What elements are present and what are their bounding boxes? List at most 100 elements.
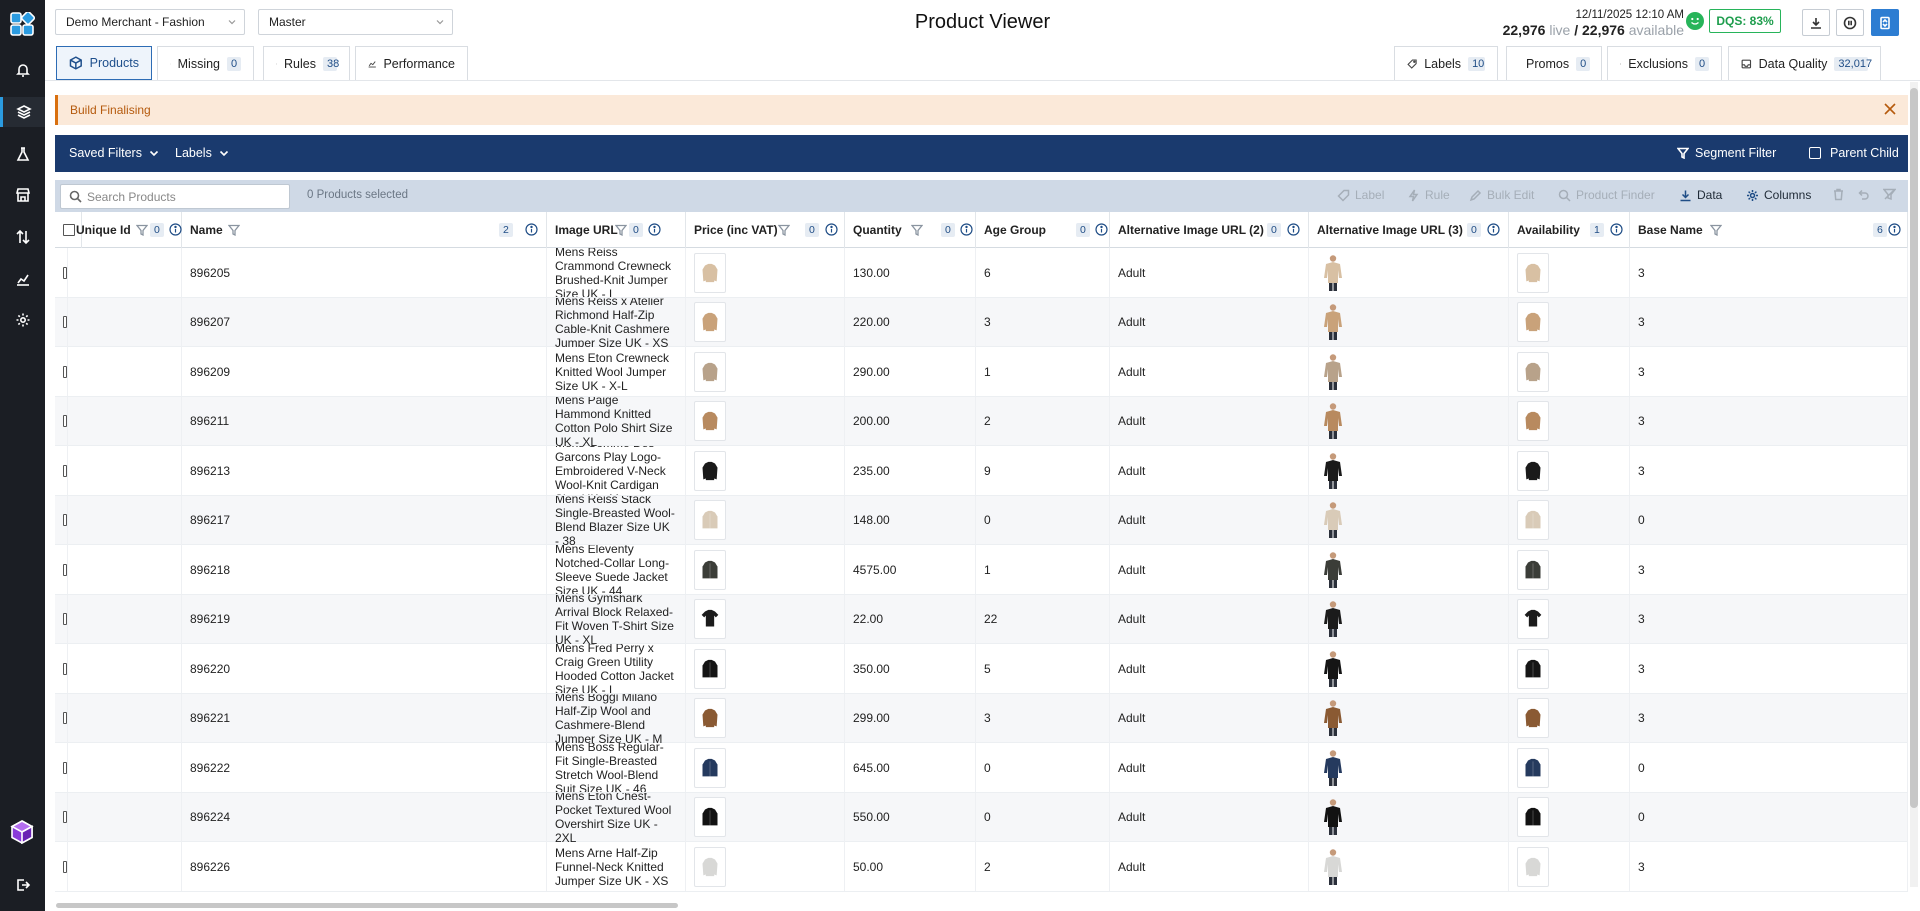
alt-image-3-thumbnail[interactable] (1517, 797, 1549, 837)
tab-labels[interactable]: Labels 10 (1394, 46, 1498, 80)
column-header[interactable]: Availability 1 (1509, 212, 1630, 248)
age-group-cell[interactable]: Adult (1110, 743, 1309, 792)
name-cell[interactable]: Mens Eleventy Notched-Collar Long-Sleeve… (547, 545, 686, 594)
age-group-cell[interactable]: Adult (1110, 545, 1309, 594)
product-thumbnail[interactable] (694, 599, 726, 639)
alt-image-3-thumbnail[interactable] (1517, 252, 1549, 293)
image-url-cell[interactable] (686, 446, 845, 495)
info-icon[interactable] (169, 223, 182, 236)
table-row[interactable]: 896218 Mens Eleventy Notched-Collar Long-… (55, 545, 1908, 595)
price-cell[interactable]: 645.00 (845, 743, 976, 792)
alt-image-2-thumbnail[interactable] (1317, 302, 1349, 342)
products-nav[interactable] (0, 97, 45, 127)
filter-icon[interactable] (1710, 224, 1722, 236)
tab-products[interactable]: Products (56, 46, 152, 80)
quantity-cell[interactable]: 1 (976, 347, 1110, 396)
availability-cell[interactable]: 0 (1630, 495, 1908, 545)
availability-cell[interactable]: 3 (1630, 446, 1908, 495)
image-url-cell[interactable] (686, 297, 845, 347)
table-row[interactable]: 896221 Mens Boggi Milano Half-Zip Wool an… (55, 693, 1908, 743)
unique-id-cell[interactable]: 896220 (182, 644, 547, 693)
alt-image-2-thumbnail[interactable] (1317, 451, 1349, 491)
name-cell[interactable]: Mens Boggi Milano Half-Zip Wool and Cash… (547, 693, 686, 743)
alt-image-3-thumbnail[interactable] (1517, 747, 1549, 788)
alt-image-3-cell[interactable] (1509, 792, 1630, 842)
table-row[interactable]: 896222 Mens Boss Regular-Fit Single-Breas… (55, 743, 1908, 793)
alt-image-2-thumbnail[interactable] (1317, 649, 1349, 689)
age-group-cell[interactable]: Adult (1110, 495, 1309, 545)
alt-image-3-cell[interactable] (1509, 693, 1630, 743)
alt-image-3-thumbnail[interactable] (1517, 549, 1549, 590)
alt-image-2-cell[interactable] (1309, 545, 1509, 594)
product-thumbnail[interactable] (694, 698, 726, 738)
unique-id-cell[interactable]: 896218 (182, 545, 547, 594)
alt-image-3-thumbnail[interactable] (1517, 450, 1549, 491)
name-cell[interactable]: Mens Arne Half-Zip Funnel-Neck Knitted J… (547, 842, 686, 891)
name-cell[interactable]: Mens Reiss Stack Single-Breasted Wool-Bl… (547, 495, 686, 545)
alt-image-2-thumbnail[interactable] (1317, 401, 1349, 441)
image-url-cell[interactable] (686, 545, 845, 594)
info-icon[interactable] (1287, 223, 1300, 236)
image-url-cell[interactable] (686, 396, 845, 446)
alt-image-2-thumbnail[interactable] (1317, 748, 1349, 788)
alt-image-3-cell[interactable] (1509, 495, 1630, 545)
column-header[interactable]: Age Group 0 (976, 212, 1110, 248)
segment-filter-button[interactable]: Segment Filter (1677, 146, 1776, 160)
filter-icon[interactable] (778, 224, 790, 236)
alt-image-2-thumbnail[interactable] (1317, 847, 1349, 887)
filter-icon[interactable] (228, 224, 240, 236)
rule-action[interactable]: Rule (1407, 188, 1450, 202)
unique-id-cell[interactable]: 896217 (182, 495, 547, 545)
delete-action[interactable] (1832, 188, 1850, 201)
availability-cell[interactable]: 3 (1630, 644, 1908, 693)
alt-image-2-cell[interactable] (1309, 594, 1509, 644)
unique-id-cell[interactable]: 896211 (182, 396, 547, 446)
availability-cell[interactable]: 3 (1630, 594, 1908, 644)
quantity-cell[interactable]: 0 (976, 792, 1110, 842)
alt-image-3-thumbnail[interactable] (1517, 302, 1549, 342)
alt-image-2-thumbnail[interactable] (1317, 253, 1349, 293)
alt-image-2-thumbnail[interactable] (1317, 352, 1349, 392)
table-row[interactable]: 896207 Mens Reiss x Atelier Richmond Half… (55, 297, 1908, 347)
alt-image-2-cell[interactable] (1309, 842, 1509, 891)
alt-image-2-cell[interactable] (1309, 396, 1509, 446)
parent-child-toggle[interactable]: Parent Child (1809, 146, 1899, 160)
quantity-cell[interactable]: 22 (976, 594, 1110, 644)
quantity-cell[interactable]: 3 (976, 297, 1110, 347)
image-url-cell[interactable] (686, 693, 845, 743)
row-checkbox[interactable] (63, 365, 67, 378)
name-cell[interactable]: Mens Eton Chest-Pocket Textured Wool Ove… (547, 792, 686, 842)
availability-cell[interactable]: 3 (1630, 842, 1908, 891)
price-cell[interactable]: 299.00 (845, 693, 976, 743)
alt-image-3-cell[interactable] (1509, 644, 1630, 693)
product-thumbnail[interactable] (694, 747, 726, 788)
info-icon[interactable] (825, 223, 838, 236)
name-cell[interactable]: Mens Eton Crewneck Knitted Wool Jumper S… (547, 347, 686, 396)
product-finder-action[interactable]: Product Finder (1558, 188, 1655, 202)
name-cell[interactable]: Mens Comme Des Garcons Play Logo-Embroid… (547, 446, 686, 495)
table-row[interactable]: 896211 Mens Paige Hammond Knitted Cotton … (55, 396, 1908, 446)
age-group-cell[interactable]: Adult (1110, 644, 1309, 693)
product-thumbnail[interactable] (694, 500, 726, 540)
alt-image-3-cell[interactable] (1509, 743, 1630, 792)
clear-filter-action[interactable] (1883, 188, 1901, 201)
alt-image-2-thumbnail[interactable] (1317, 500, 1349, 540)
image-url-cell[interactable] (686, 792, 845, 842)
quantity-cell[interactable]: 3 (976, 693, 1110, 743)
unique-id-cell[interactable]: 896219 (182, 594, 547, 644)
tab-promos[interactable]: Promos 0 (1506, 46, 1602, 80)
row-checkbox[interactable] (63, 811, 67, 823)
cube-icon[interactable] (10, 820, 34, 844)
alt-image-3-cell[interactable] (1509, 297, 1630, 347)
age-group-cell[interactable]: Adult (1110, 693, 1309, 743)
alt-image-2-thumbnail[interactable] (1317, 599, 1349, 639)
unique-id-cell[interactable]: 896207 (182, 297, 547, 347)
price-cell[interactable]: 290.00 (845, 347, 976, 396)
price-cell[interactable]: 148.00 (845, 495, 976, 545)
alt-image-2-thumbnail[interactable] (1317, 698, 1349, 738)
search-input[interactable]: Search Products (60, 184, 290, 209)
column-header[interactable]: Quantity 0 (845, 212, 976, 248)
alt-image-3-cell[interactable] (1509, 396, 1630, 446)
availability-cell[interactable]: 3 (1630, 693, 1908, 743)
info-icon[interactable] (1610, 223, 1623, 236)
